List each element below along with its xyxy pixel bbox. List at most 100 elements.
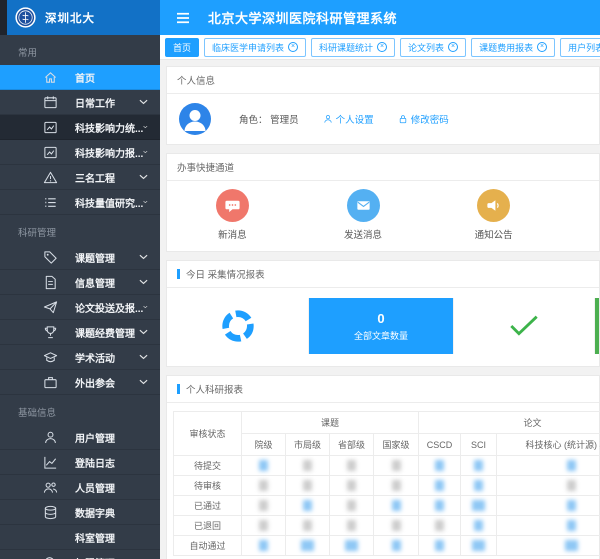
blurred-value	[303, 500, 312, 511]
panel-header: 个人信息	[167, 67, 599, 94]
table-cell	[497, 476, 600, 496]
change-password-link[interactable]: 修改密码	[398, 112, 449, 126]
sidebar-item[interactable]: 人员管理	[0, 475, 160, 500]
table-cell	[374, 456, 419, 476]
blurred-value	[474, 520, 483, 531]
blurred-value	[435, 480, 444, 491]
tab[interactable]: 科研课题统计×	[311, 38, 395, 57]
blurred-value	[303, 480, 312, 491]
blurred-value	[567, 500, 576, 511]
table-cell	[419, 476, 461, 496]
row-label: 自动通过	[174, 536, 242, 556]
blurred-value	[472, 540, 485, 551]
table-cell	[286, 516, 330, 536]
blurred-value	[435, 520, 444, 531]
role-value: 管理员	[270, 115, 299, 126]
blurred-value	[347, 520, 356, 531]
table-col-header: 国家级	[374, 434, 419, 456]
mail-icon	[355, 197, 372, 214]
tab-home[interactable]: 首页	[165, 38, 199, 57]
panel-title: 个人信息	[177, 73, 215, 87]
quick-channel[interactable]: 通知公告	[428, 189, 559, 241]
quick-channel[interactable]: 发送消息	[298, 189, 429, 241]
users-icon	[43, 480, 58, 495]
chevron-down-icon	[139, 379, 148, 385]
table-cell	[286, 536, 330, 556]
table-row: 已退回	[174, 516, 600, 536]
chevron-down-icon	[143, 304, 148, 310]
accent-bar	[177, 384, 180, 394]
table-cell	[374, 476, 419, 496]
sidebar-item-label: 人员管理	[75, 480, 115, 495]
table-cell	[330, 476, 374, 496]
table-cell	[286, 476, 330, 496]
table-row: 已通过	[174, 496, 600, 516]
quick-channel[interactable]: 新消息	[167, 189, 298, 241]
sidebar-item-label: 信息管理	[75, 275, 115, 290]
sidebar-item-label: 论文投送及报...	[75, 300, 143, 315]
sidebar-item[interactable]: 科技量值研究...	[0, 190, 160, 215]
tab-close-icon[interactable]: ×	[377, 42, 387, 52]
chevron-down-icon	[143, 124, 148, 130]
table-cell	[330, 516, 374, 536]
sidebar-item[interactable]: 日常工作	[0, 90, 160, 115]
tab[interactable]: 临床医学申请列表 ×	[204, 38, 306, 57]
stat-cell-green	[595, 298, 599, 354]
table-cell	[461, 476, 497, 496]
table-cell	[461, 456, 497, 476]
content-area: 个人信息 角色： 管理员 个人设置	[160, 60, 600, 559]
sidebar-item[interactable]: 论文投送及报...	[0, 295, 160, 320]
tab-close-icon[interactable]: ×	[288, 42, 298, 52]
sidebar-item[interactable]: 用户管理	[0, 425, 160, 450]
stat-value: 0	[377, 311, 384, 326]
tab-label: 临床医学申请列表	[212, 41, 284, 54]
tab[interactable]: 课题费用报表×	[471, 38, 555, 57]
quick-channel-label: 通知公告	[475, 227, 513, 241]
panel-title: 办事快捷通道	[177, 160, 234, 174]
blurred-value	[303, 520, 312, 531]
sidebar-item-label: 外出参会	[75, 375, 115, 390]
tab[interactable]: 用户列表×	[560, 38, 600, 57]
sidebar-item[interactable]: 数据字典	[0, 500, 160, 525]
personal-settings-link[interactable]: 个人设置	[323, 112, 374, 126]
sidebar-item[interactable]: 科技影响力报...	[0, 140, 160, 165]
tab-close-icon[interactable]: ×	[448, 42, 458, 52]
tab[interactable]: 论文列表 ×	[400, 38, 466, 57]
window-edge	[0, 0, 7, 35]
sidebar-item[interactable]: 课题管理	[0, 245, 160, 270]
sidebar-item[interactable]: 科技影响力统...	[0, 115, 160, 140]
sidebar-item[interactable]: 信息管理	[0, 270, 160, 295]
panel-header: 个人科研报表	[167, 376, 599, 403]
row-label: 已退回	[174, 516, 242, 536]
blurred-value	[472, 500, 485, 511]
sidebar-item[interactable]: 权限管理	[0, 550, 160, 559]
sidebar-item[interactable]: 学术活动	[0, 345, 160, 370]
chevron-down-icon	[139, 279, 148, 285]
sidebar-item[interactable]: 科室管理	[0, 525, 160, 550]
tab-close-icon[interactable]: ×	[537, 42, 547, 52]
row-label: 待提交	[174, 456, 242, 476]
sidebar-item[interactable]: 登陆日志	[0, 450, 160, 475]
tab-label: 论文列表	[408, 41, 444, 54]
blurred-value	[392, 540, 401, 551]
tabs-bar: 首页临床医学申请列表×科研课题统计×论文列表×课题费用报表×用户列表×	[160, 35, 600, 60]
sidebar-item-label: 科室管理	[75, 530, 115, 545]
quick-channel-circle	[477, 189, 510, 222]
sidebar-item[interactable]: 外出参会	[0, 370, 160, 395]
personal-info-panel: 个人信息 角色： 管理员 个人设置	[166, 66, 600, 145]
blurred-value	[301, 540, 314, 551]
blurred-value	[435, 540, 444, 551]
hamburger-menu-icon[interactable]	[175, 12, 191, 24]
sidebar-item-label: 科技影响力统...	[75, 120, 143, 135]
blurred-value	[474, 480, 483, 491]
table-cell	[461, 536, 497, 556]
quick-channel-circle	[347, 189, 380, 222]
sidebar-item[interactable]: 三名工程	[0, 165, 160, 190]
sidebar-item[interactable]: 课题经费管理	[0, 320, 160, 345]
blurred-value	[345, 540, 358, 551]
blurred-value	[392, 500, 401, 511]
chart-icon	[43, 145, 58, 160]
blurred-value	[259, 500, 268, 511]
sidebar-item[interactable]: 首页	[0, 65, 160, 90]
personal-info-body: 角色： 管理员 个人设置 修改密码	[167, 94, 599, 144]
